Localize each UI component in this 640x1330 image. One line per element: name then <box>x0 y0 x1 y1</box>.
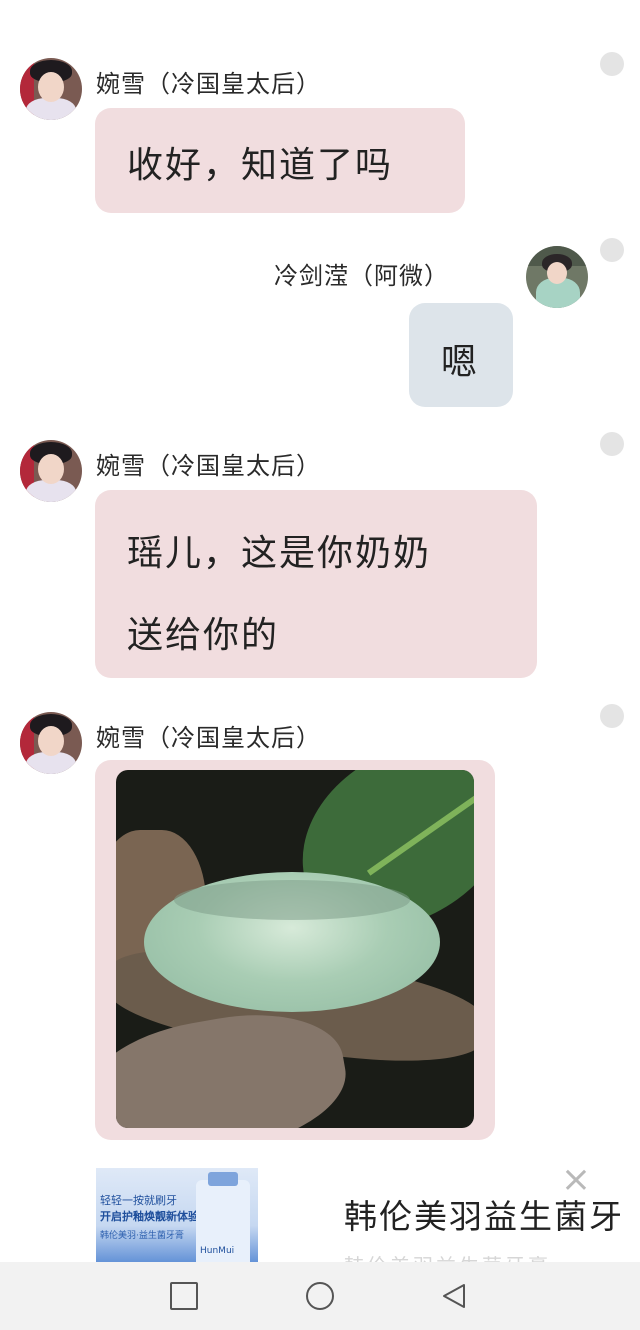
status-dot <box>600 432 624 456</box>
jade-bangle-photo[interactable] <box>116 770 474 1128</box>
status-dot <box>600 52 624 76</box>
ad-thumb-text: 轻轻一按就刷牙 <box>100 1194 177 1207</box>
ad-banner[interactable]: 轻轻一按就刷牙 开启护釉焕靓新体验 韩伦美羽·益生菌牙膏 HunMui 韩伦美羽… <box>0 1160 640 1278</box>
sender-name: 婉雪（冷国皇太后） <box>96 70 321 98</box>
status-dot <box>600 238 624 262</box>
status-dot <box>600 704 624 728</box>
system-nav-bar <box>0 1262 640 1330</box>
sender-avatar[interactable] <box>20 58 82 120</box>
close-icon[interactable]: × <box>560 1162 592 1198</box>
sender-name: 婉雪（冷国皇太后） <box>96 452 321 480</box>
home-icon[interactable] <box>306 1282 334 1310</box>
ad-brand: HunMui <box>200 1246 235 1256</box>
sender-avatar[interactable] <box>526 246 588 308</box>
message-text: 收好，知道了吗 <box>127 145 394 186</box>
message-bubble[interactable]: 嗯 <box>409 303 513 407</box>
back-icon[interactable] <box>440 1282 468 1310</box>
toothpaste-cap-icon <box>208 1172 238 1186</box>
ad-thumb-text: 开启护釉焕靓新体验 <box>100 1210 199 1223</box>
ad-thumbnail[interactable]: 轻轻一按就刷牙 开启护釉焕靓新体验 韩伦美羽·益生菌牙膏 HunMui <box>96 1168 258 1264</box>
message-text-line: 瑶儿，这是你奶奶 <box>127 533 432 574</box>
message-bubble[interactable]: 瑶儿，这是你奶奶 送给你的 <box>95 490 537 678</box>
message-text-line: 送给你的 <box>127 615 280 656</box>
recent-apps-icon[interactable] <box>170 1282 198 1310</box>
ad-thumb-text: 韩伦美羽·益生菌牙膏 <box>100 1231 184 1241</box>
message-text: 嗯 <box>441 342 480 383</box>
sender-name: 婉雪（冷国皇太后） <box>96 724 321 752</box>
message-bubble[interactable]: 收好，知道了吗 <box>95 108 465 213</box>
sender-name: 冷剑滢（阿微） <box>274 262 449 290</box>
sender-avatar[interactable] <box>20 712 82 774</box>
sender-avatar[interactable] <box>20 440 82 502</box>
